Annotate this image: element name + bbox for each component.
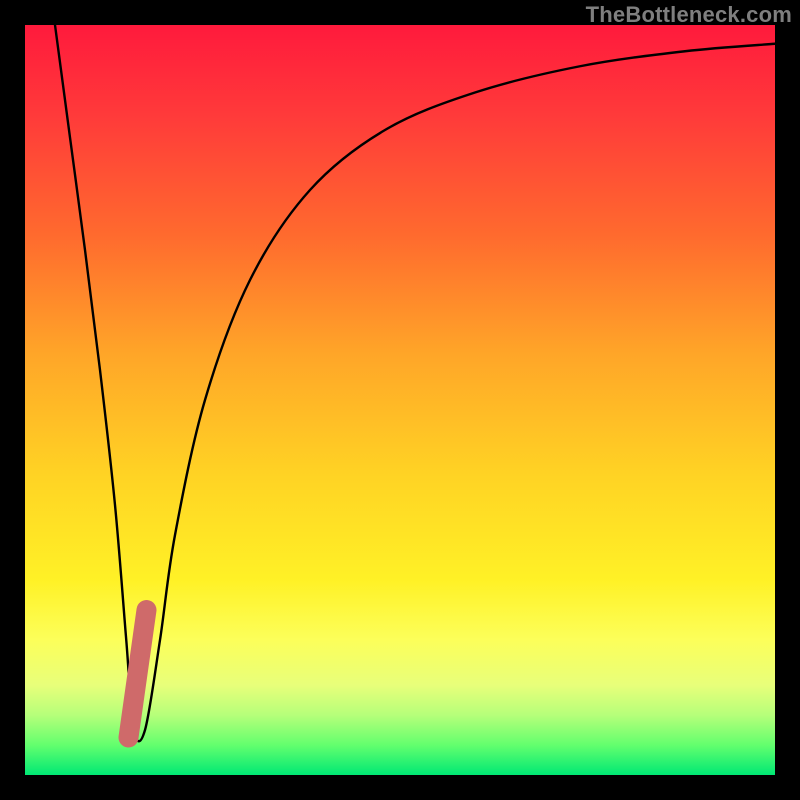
watermark-text: TheBottleneck.com: [586, 2, 792, 28]
plot-area: [25, 25, 775, 775]
highlight-marker: [129, 610, 147, 738]
curve-layer: [25, 25, 775, 775]
chart-frame: TheBottleneck.com: [0, 0, 800, 800]
bottleneck-curve: [55, 25, 775, 741]
